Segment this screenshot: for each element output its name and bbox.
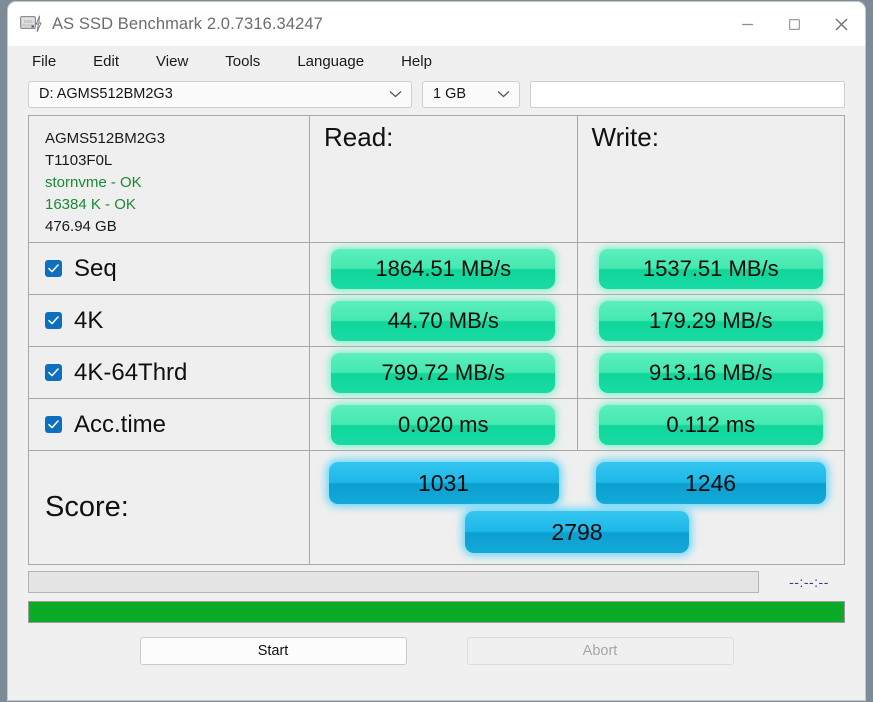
score-write-value: 1246 [595,462,826,504]
seq-read-value: 1864.51 MB/s [331,248,556,289]
menu-item-help[interactable]: Help [399,51,434,72]
test-row-4k: 4K 44.70 MB/s 179.29 MB/s [29,295,844,347]
test-size-value: 1 GB [433,86,467,102]
close-button[interactable] [818,2,865,46]
menu-item-file[interactable]: File [30,51,58,72]
status-message [28,571,759,593]
menu-item-edit[interactable]: Edit [91,51,121,72]
drive-alignment: 16384 K - OK [45,196,136,214]
menu-item-language[interactable]: Language [295,51,366,72]
window-title: AS SSD Benchmark 2.0.7316.34247 [52,14,323,33]
close-icon [835,18,848,30]
minimize-button[interactable] [724,2,771,46]
menu-item-view[interactable]: View [154,51,190,72]
test-label-4k: 4K [29,295,310,346]
acc-time-read-cell: 0.020 ms [310,399,578,450]
drive-model: AGMS512BM2G3 [45,129,166,147]
4k-64thrd-write-cell: 913.16 MB/s [578,347,845,398]
status-row: --:--:-- [8,565,865,593]
results-grid: AGMS512BM2G3 T1103F0L stornvme - OK 1638… [28,115,845,565]
score-read-value: 1031 [328,462,559,504]
elapsed-timer: --:--:-- [789,574,829,590]
chevron-down-icon [497,91,510,98]
checkbox-seq[interactable] [45,260,62,277]
test-name-seq: Seq [74,254,117,282]
test-size-select[interactable]: 1 GB [422,80,520,108]
minimize-icon [742,23,753,25]
drive-firmware: T1103F0L [45,151,113,169]
4k-write-value: 179.29 MB/s [598,300,823,341]
seq-write-value: 1537.51 MB/s [598,248,823,289]
checkbox-acc-time[interactable] [45,416,62,433]
drive-driver: stornvme - OK [45,173,142,191]
check-icon [48,420,59,429]
start-button[interactable]: Start [139,637,407,665]
maximize-icon [789,18,801,30]
menu-item-tools[interactable]: Tools [223,51,262,72]
read-column-header: Read: [310,116,578,242]
4k-read-value: 44.70 MB/s [331,300,556,341]
test-name-4k: 4K [74,306,104,334]
checkbox-4k[interactable] [45,312,62,329]
toolbar: D: AGMS512BM2G3 1 GB [8,76,865,112]
check-icon [48,316,59,325]
chevron-down-icon [389,91,402,98]
app-window: SSD AS SSD Benchmark 2.0.7316.34247 File… [8,2,865,700]
4k-64thrd-read-cell: 799.72 MB/s [310,347,578,398]
drive-select-value: D: AGMS512BM2G3 [39,86,173,102]
test-name-4k-64thrd: 4K-64Thrd [74,358,188,386]
progress-bar [28,601,845,623]
test-label-4k-64thrd: 4K-64Thrd [29,347,310,398]
4k-write-cell: 179.29 MB/s [578,295,845,346]
svg-text:SSD: SSD [23,19,32,24]
acc-time-write-cell: 0.112 ms [578,399,845,450]
test-row-4k-64thrd: 4K-64Thrd 799.72 MB/s 913.16 MB/s [29,347,844,399]
score-label: Score: [29,451,310,564]
menu-bar: File Edit View Tools Language Help [8,46,865,76]
ssd-drive-icon: SSD [20,15,42,32]
name-input[interactable] [530,80,845,108]
test-row-acc-time: Acc.time 0.020 ms 0.112 ms [29,399,844,451]
score-top-row: 1031 1246 [310,451,844,504]
screenshot-root: SSD AS SSD Benchmark 2.0.7316.34247 File… [0,0,873,702]
progress-bar-fill [29,602,844,622]
check-icon [48,264,59,273]
grid-header-row: AGMS512BM2G3 T1103F0L stornvme - OK 1638… [29,116,844,243]
seq-read-cell: 1864.51 MB/s [310,243,578,294]
test-label-seq: Seq [29,243,310,294]
acc-time-write-value: 0.112 ms [598,404,823,445]
window-controls [724,2,865,46]
4k-64thrd-write-value: 913.16 MB/s [598,352,823,393]
seq-write-cell: 1537.51 MB/s [578,243,845,294]
4k-read-cell: 44.70 MB/s [310,295,578,346]
drive-capacity: 476.94 GB [45,218,117,236]
title-bar: SSD AS SSD Benchmark 2.0.7316.34247 [8,2,865,46]
4k-64thrd-read-value: 799.72 MB/s [331,352,556,393]
score-total-row: 2798 [310,511,844,553]
check-icon [48,368,59,377]
test-label-acc-time: Acc.time [29,399,310,450]
checkbox-4k-64thrd[interactable] [45,364,62,381]
abort-button: Abort [466,637,734,665]
score-row: Score: 1031 1246 2798 [29,451,844,564]
acc-time-read-value: 0.020 ms [331,404,556,445]
score-total-value: 2798 [465,511,689,553]
action-buttons: Start Abort [8,623,865,665]
test-name-acc-time: Acc.time [74,410,167,438]
drive-info-panel: AGMS512BM2G3 T1103F0L stornvme - OK 1638… [29,116,310,242]
score-area: 1031 1246 2798 [310,451,844,564]
maximize-button[interactable] [771,2,818,46]
write-column-header: Write: [591,122,659,152]
test-row-seq: Seq 1864.51 MB/s 1537.51 MB/s [29,243,844,295]
drive-select[interactable]: D: AGMS512BM2G3 [28,80,412,108]
